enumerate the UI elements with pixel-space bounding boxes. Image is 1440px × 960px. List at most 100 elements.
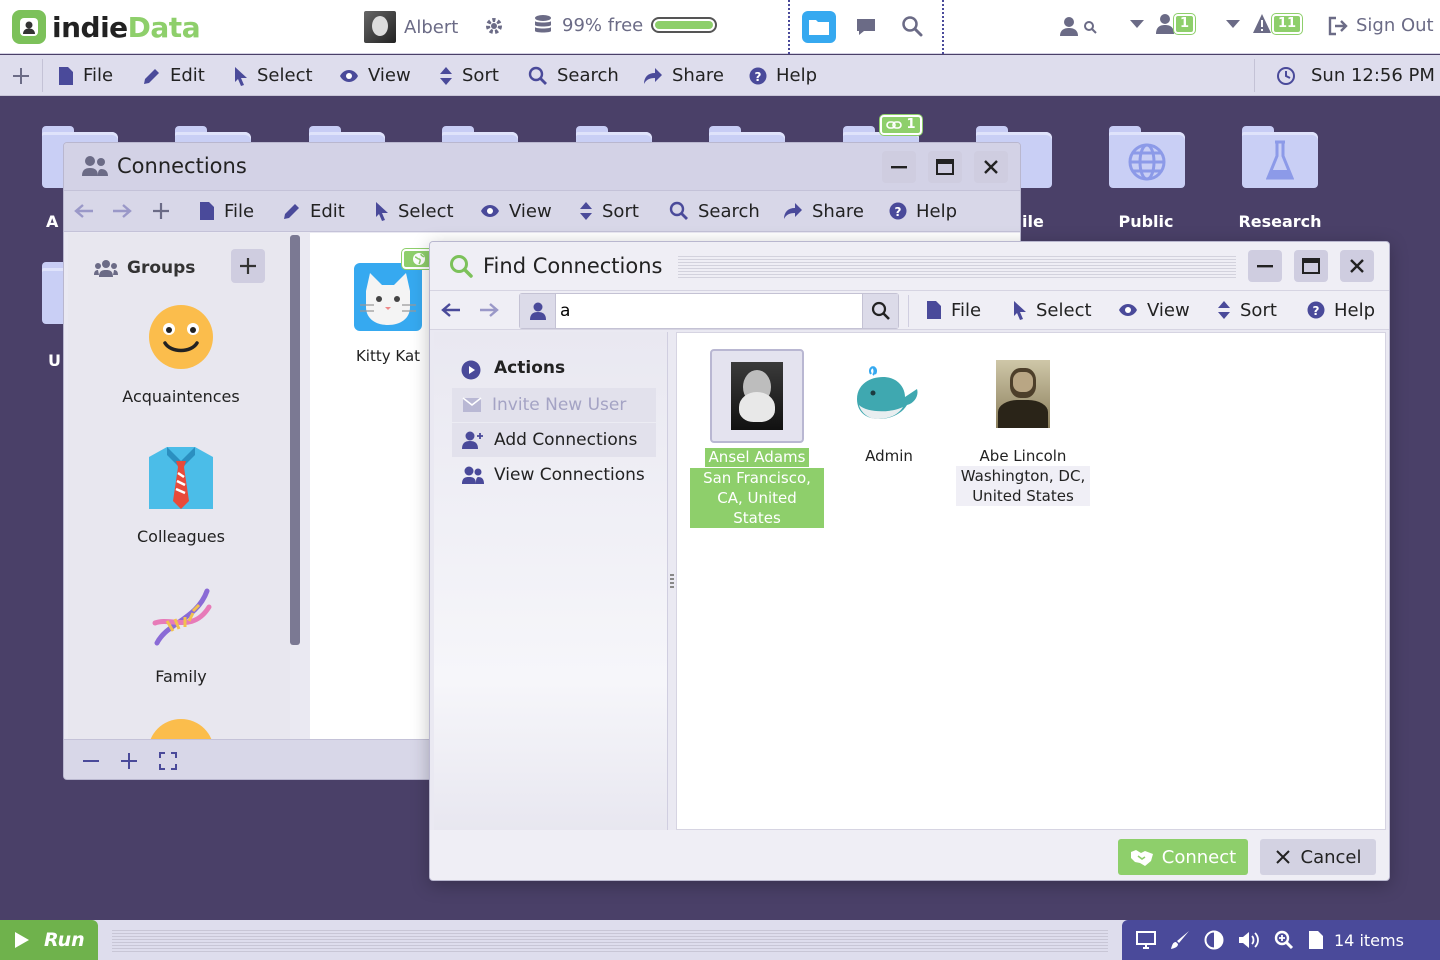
add-button[interactable]: [12, 55, 30, 96]
zoom-in-button[interactable]: [120, 752, 138, 770]
view-connections-action[interactable]: View Connections: [452, 458, 656, 492]
find-titlebar[interactable]: Find Connections: [430, 242, 1389, 290]
menu-share[interactable]: Share: [643, 55, 724, 96]
result-photo-frame[interactable]: [851, 363, 927, 423]
alert-notifications[interactable]: 11: [1226, 13, 1303, 35]
storage-text: 99% free: [562, 14, 644, 36]
add-button[interactable]: [152, 191, 170, 231]
forward-button[interactable]: [112, 191, 132, 231]
menu-view[interactable]: View: [339, 55, 411, 96]
back-button[interactable]: [74, 191, 94, 231]
group-item[interactable]: Acquaintences: [88, 303, 274, 406]
app-logo[interactable]: indie Data: [12, 8, 201, 46]
conn-menu-sort[interactable]: Sort: [579, 191, 639, 231]
sign-out-button[interactable]: Sign Out: [1328, 15, 1434, 36]
close-button[interactable]: [1340, 250, 1374, 282]
minimize-button[interactable]: [882, 151, 916, 183]
connection-item[interactable]: [352, 261, 424, 333]
help-icon: ?: [1307, 301, 1325, 319]
conn-menu-edit-label: Edit: [310, 200, 345, 222]
volume-icon[interactable]: [1238, 931, 1260, 949]
user-search-input[interactable]: [560, 297, 850, 325]
people-notifications[interactable]: 1: [1130, 13, 1196, 35]
fit-view-button[interactable]: [159, 752, 177, 770]
conn-menu-edit[interactable]: Edit: [283, 191, 345, 231]
desktop-folder-research[interactable]: [1242, 126, 1318, 188]
group-item[interactable]: Colleagues: [88, 443, 274, 546]
menu-select[interactable]: Select: [234, 55, 313, 96]
add-connections-action[interactable]: Add Connections: [452, 423, 656, 457]
menu-edit[interactable]: Edit: [143, 55, 205, 96]
find-menu-file[interactable]: File: [926, 291, 981, 329]
top-header: indie Data Albert 99% free 1 11 Sign Out: [0, 0, 1440, 54]
group-label: Acquaintences: [122, 387, 240, 406]
conn-menu-share[interactable]: Share: [783, 191, 864, 231]
minimize-button[interactable]: [1248, 250, 1282, 282]
file-icon[interactable]: [1308, 930, 1324, 950]
back-button[interactable]: [441, 291, 461, 329]
menu-sort[interactable]: Sort: [439, 55, 499, 96]
user-menu[interactable]: Albert: [364, 11, 458, 43]
conn-menu-file[interactable]: File: [199, 191, 254, 231]
find-menu-sort[interactable]: Sort: [1217, 291, 1277, 329]
clock[interactable]: Sun 12:56 PM: [1276, 55, 1435, 96]
find-user-icon[interactable]: [1060, 16, 1100, 38]
group-item[interactable]: Family: [88, 583, 274, 686]
close-icon: [1350, 259, 1364, 273]
run-button[interactable]: Run: [0, 920, 98, 960]
sidebar-scrollbar[interactable]: [290, 235, 300, 645]
whale-icon: [857, 366, 918, 419]
result-item[interactable]: Abe Lincoln Washington, DC, United State…: [956, 447, 1090, 506]
invite-new-user-action[interactable]: Invite New User: [452, 388, 656, 422]
group-item-partial[interactable]: [148, 719, 214, 739]
brush-icon[interactable]: [1170, 930, 1190, 950]
maximize-icon: [1302, 258, 1320, 274]
search-icon[interactable]: [901, 15, 923, 37]
sort-icon: [440, 66, 452, 85]
resize-handle[interactable]: [670, 574, 674, 588]
search-submit-button[interactable]: [862, 294, 898, 328]
menu-file[interactable]: File: [58, 55, 113, 96]
result-item[interactable]: Admin: [822, 447, 956, 466]
maximize-button[interactable]: [928, 151, 962, 183]
close-icon: [1275, 850, 1290, 864]
storage-indicator[interactable]: 99% free: [534, 14, 718, 36]
close-button[interactable]: [974, 151, 1008, 183]
menu-help[interactable]: ? Help: [749, 55, 817, 96]
svg-text:?: ?: [755, 70, 762, 84]
find-menu-help[interactable]: ? Help: [1307, 291, 1375, 329]
find-menu-view[interactable]: View: [1118, 291, 1190, 329]
conn-menu-select[interactable]: Select: [375, 191, 454, 231]
action-label: View Connections: [494, 465, 645, 485]
settings-gear-icon[interactable]: [484, 16, 504, 36]
desktop-folder-label: Public: [1118, 212, 1174, 231]
alerts-badge: 11: [1272, 14, 1303, 34]
forward-button[interactable]: [479, 291, 499, 329]
person-photo-lincoln[interactable]: [996, 360, 1050, 428]
connect-button[interactable]: Connect: [1118, 839, 1248, 875]
desktop-folder-public[interactable]: [1109, 126, 1185, 188]
zoom-icon[interactable]: [1274, 930, 1294, 950]
find-menu-select[interactable]: Select: [1013, 291, 1092, 329]
monitor-icon[interactable]: [1136, 931, 1156, 949]
conn-menu-view[interactable]: View: [480, 191, 552, 231]
cancel-button[interactable]: Cancel: [1260, 839, 1376, 875]
menu-search[interactable]: Search: [528, 55, 619, 96]
chat-icon[interactable]: [855, 16, 877, 38]
actions-heading: Actions: [494, 358, 566, 378]
database-icon: [535, 15, 551, 33]
maximize-button[interactable]: [1294, 250, 1328, 282]
result-photo-frame[interactable]: [710, 349, 804, 443]
add-group-button[interactable]: [231, 249, 265, 283]
eye-icon: [340, 69, 358, 82]
folder-view-icon[interactable]: [802, 11, 836, 43]
person-photo-ansel: [731, 362, 783, 430]
conn-menu-search[interactable]: Search: [669, 191, 760, 231]
conn-menu-help[interactable]: ? Help: [889, 191, 957, 231]
connections-titlebar[interactable]: Connections: [64, 143, 1020, 190]
result-item[interactable]: Ansel Adams San Francisco, CA, United St…: [690, 447, 824, 528]
conn-menu-sort-label: Sort: [602, 200, 639, 222]
search-icon: [528, 66, 547, 85]
contrast-icon[interactable]: [1204, 930, 1224, 950]
zoom-out-button[interactable]: [82, 752, 100, 770]
